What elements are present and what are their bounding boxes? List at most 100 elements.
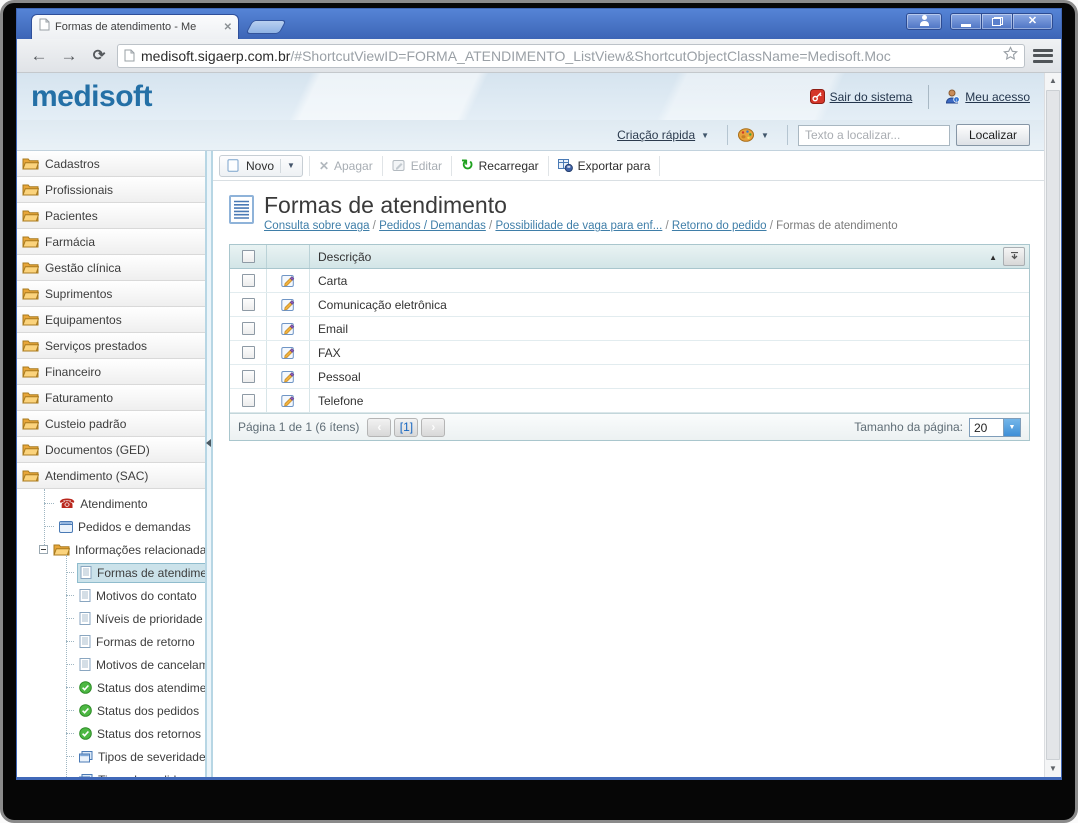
scroll-up-icon[interactable]: ▲: [1045, 73, 1061, 89]
new-tab-button[interactable]: [245, 20, 287, 34]
table-row[interactable]: Telefone: [230, 389, 1029, 414]
browser-menu-icon[interactable]: [1033, 46, 1053, 65]
next-page-button[interactable]: ›: [421, 417, 446, 437]
sidebar-tree-item[interactable]: Informações relacionadas: [17, 538, 205, 561]
row-checkbox[interactable]: [241, 298, 255, 312]
table-row[interactable]: FAX: [230, 341, 1029, 366]
sidebar-tree-item[interactable]: Status dos atendiment: [17, 676, 205, 699]
column-menu-button[interactable]: [1003, 247, 1025, 267]
row-edit-button[interactable]: [280, 370, 296, 384]
theme-dropdown-icon[interactable]: ▼: [761, 131, 769, 140]
row-checkbox[interactable]: [241, 370, 255, 384]
breadcrumb-current: Formas de atendimento: [776, 220, 898, 233]
sidebar-tree-item[interactable]: Formas de retorno: [17, 630, 205, 653]
splitter-collapse-icon[interactable]: [206, 438, 211, 447]
tree-item-label: Níveis de prioridade: [96, 611, 203, 626]
search-input[interactable]: [797, 124, 950, 146]
minimize-button[interactable]: [950, 13, 981, 30]
table-row[interactable]: Carta: [230, 269, 1029, 294]
sidebar-folder-item[interactable]: Farmácia: [17, 229, 205, 255]
export-button[interactable]: Exportar para: [549, 151, 660, 180]
sidebar-tree-item[interactable]: Status dos retornos: [17, 722, 205, 745]
sidebar-tree-item[interactable]: Formas de atendiment: [17, 561, 205, 584]
my-access-link[interactable]: i Meu acesso: [945, 89, 1030, 104]
back-button[interactable]: ←: [27, 47, 51, 64]
sidebar-folder-item[interactable]: Cadastros: [17, 151, 205, 177]
delete-button[interactable]: ✕ Apagar: [310, 151, 382, 180]
sidebar-tree-item[interactable]: Pedidos e demandas: [17, 515, 205, 538]
new-dropdown-icon[interactable]: ▼: [287, 161, 295, 170]
folder-icon: [22, 314, 39, 326]
quick-create-link[interactable]: Criação rápida: [617, 128, 695, 142]
row-checkbox[interactable]: [241, 322, 255, 336]
new-button[interactable]: Novo ▼: [219, 154, 303, 177]
forward-button[interactable]: →: [57, 47, 81, 64]
prev-page-button[interactable]: ‹: [367, 417, 392, 437]
row-description: Carta: [318, 273, 348, 288]
tab-close-icon[interactable]: ✕: [224, 22, 232, 33]
sidebar-folder-item[interactable]: Profissionais: [17, 177, 205, 203]
breadcrumb-link[interactable]: Consulta sobre vaga: [264, 220, 369, 232]
sidebar-folder-item[interactable]: Financeiro: [17, 359, 205, 385]
scrollbar-thumb[interactable]: [1046, 90, 1060, 760]
collapse-expander-icon[interactable]: [39, 545, 48, 554]
profile-button[interactable]: [906, 13, 942, 30]
column-header-descricao[interactable]: Descrição: [310, 250, 1029, 264]
select-all-checkbox[interactable]: [241, 250, 255, 264]
sidebar-folder-item[interactable]: Serviços prestados: [17, 333, 205, 359]
sidebar-folder-item[interactable]: Documentos (GED): [17, 437, 205, 463]
browser-scrollbar[interactable]: ▲ ▼: [1044, 73, 1061, 777]
sidebar-tree-item[interactable]: Tipos de pedidos: [17, 768, 205, 777]
sidebar-tree-item[interactable]: Motivos de cancelamer: [17, 653, 205, 676]
sidebar-folder-item[interactable]: Suprimentos: [17, 281, 205, 307]
reload-list-button[interactable]: ↻ Recarregar: [452, 151, 548, 180]
bookmark-star-icon[interactable]: [1003, 45, 1018, 66]
edit-button[interactable]: Editar: [383, 151, 451, 180]
breadcrumb-link[interactable]: Pedidos / Demandas: [379, 220, 486, 232]
sidebar-folder-item[interactable]: Custeio padrão: [17, 411, 205, 437]
page-title: Formas de atendimento: [264, 192, 507, 218]
sidebar-folder-item[interactable]: Atendimento (SAC): [17, 463, 205, 489]
row-edit-button[interactable]: [280, 274, 296, 288]
row-edit-button[interactable]: [280, 322, 296, 336]
table-row[interactable]: Pessoal: [230, 365, 1029, 390]
table-row[interactable]: Comunicação eletrônica: [230, 293, 1029, 318]
row-checkbox[interactable]: [241, 394, 255, 408]
scroll-down-icon[interactable]: ▼: [1045, 761, 1061, 777]
sidebar-folder-item[interactable]: Equipamentos: [17, 307, 205, 333]
breadcrumb-link[interactable]: Possibilidade de vaga para enf...: [495, 220, 662, 232]
sidebar-folder-item[interactable]: Pacientes: [17, 203, 205, 229]
url-bar[interactable]: medisoft.sigaerp.com.br/#ShortcutViewID=…: [117, 43, 1025, 68]
row-edit-icon: [280, 370, 294, 383]
page-size-select[interactable]: 20 ▼: [969, 417, 1021, 437]
row-checkbox[interactable]: [241, 346, 255, 360]
sidebar-folder-item[interactable]: Faturamento: [17, 385, 205, 411]
reload-icon: ↻: [461, 157, 474, 174]
breadcrumb-link[interactable]: Retorno do pedido: [672, 220, 767, 232]
browser-tab[interactable]: Formas de atendimento - Me ✕: [31, 14, 239, 39]
sidebar-tree-item[interactable]: Motivos do contato: [17, 584, 205, 607]
reload-button[interactable]: ⟳: [87, 48, 111, 63]
quick-create-dropdown-icon[interactable]: ▼: [701, 131, 709, 140]
row-edit-icon: [280, 346, 294, 359]
sidebar-tree-item[interactable]: Status dos pedidos: [17, 699, 205, 722]
theme-palette-icon[interactable]: [738, 128, 755, 142]
maximize-button[interactable]: [981, 13, 1012, 30]
sidebar-folder-item[interactable]: Gestão clínica: [17, 255, 205, 281]
row-edit-button[interactable]: [280, 346, 296, 360]
folder-icon: [22, 184, 39, 196]
sort-ascending-icon[interactable]: ▲: [989, 253, 997, 262]
sidebar-tree-item[interactable]: ☎ Atendimento: [17, 492, 205, 515]
search-button[interactable]: Localizar: [955, 124, 1030, 146]
sidebar-splitter[interactable]: [205, 151, 213, 777]
logout-link[interactable]: Sair do sistema: [809, 89, 912, 104]
current-page-button[interactable]: [1]: [394, 417, 419, 437]
row-edit-button[interactable]: [280, 298, 296, 312]
row-edit-icon: [280, 274, 294, 287]
sidebar-tree-item[interactable]: Níveis de prioridade: [17, 607, 205, 630]
row-edit-button[interactable]: [280, 394, 296, 408]
table-row[interactable]: Email: [230, 317, 1029, 342]
row-checkbox[interactable]: [241, 274, 255, 288]
sidebar-tree-item[interactable]: Tipos de severidade: [17, 745, 205, 768]
close-button[interactable]: ✕: [1012, 13, 1053, 30]
